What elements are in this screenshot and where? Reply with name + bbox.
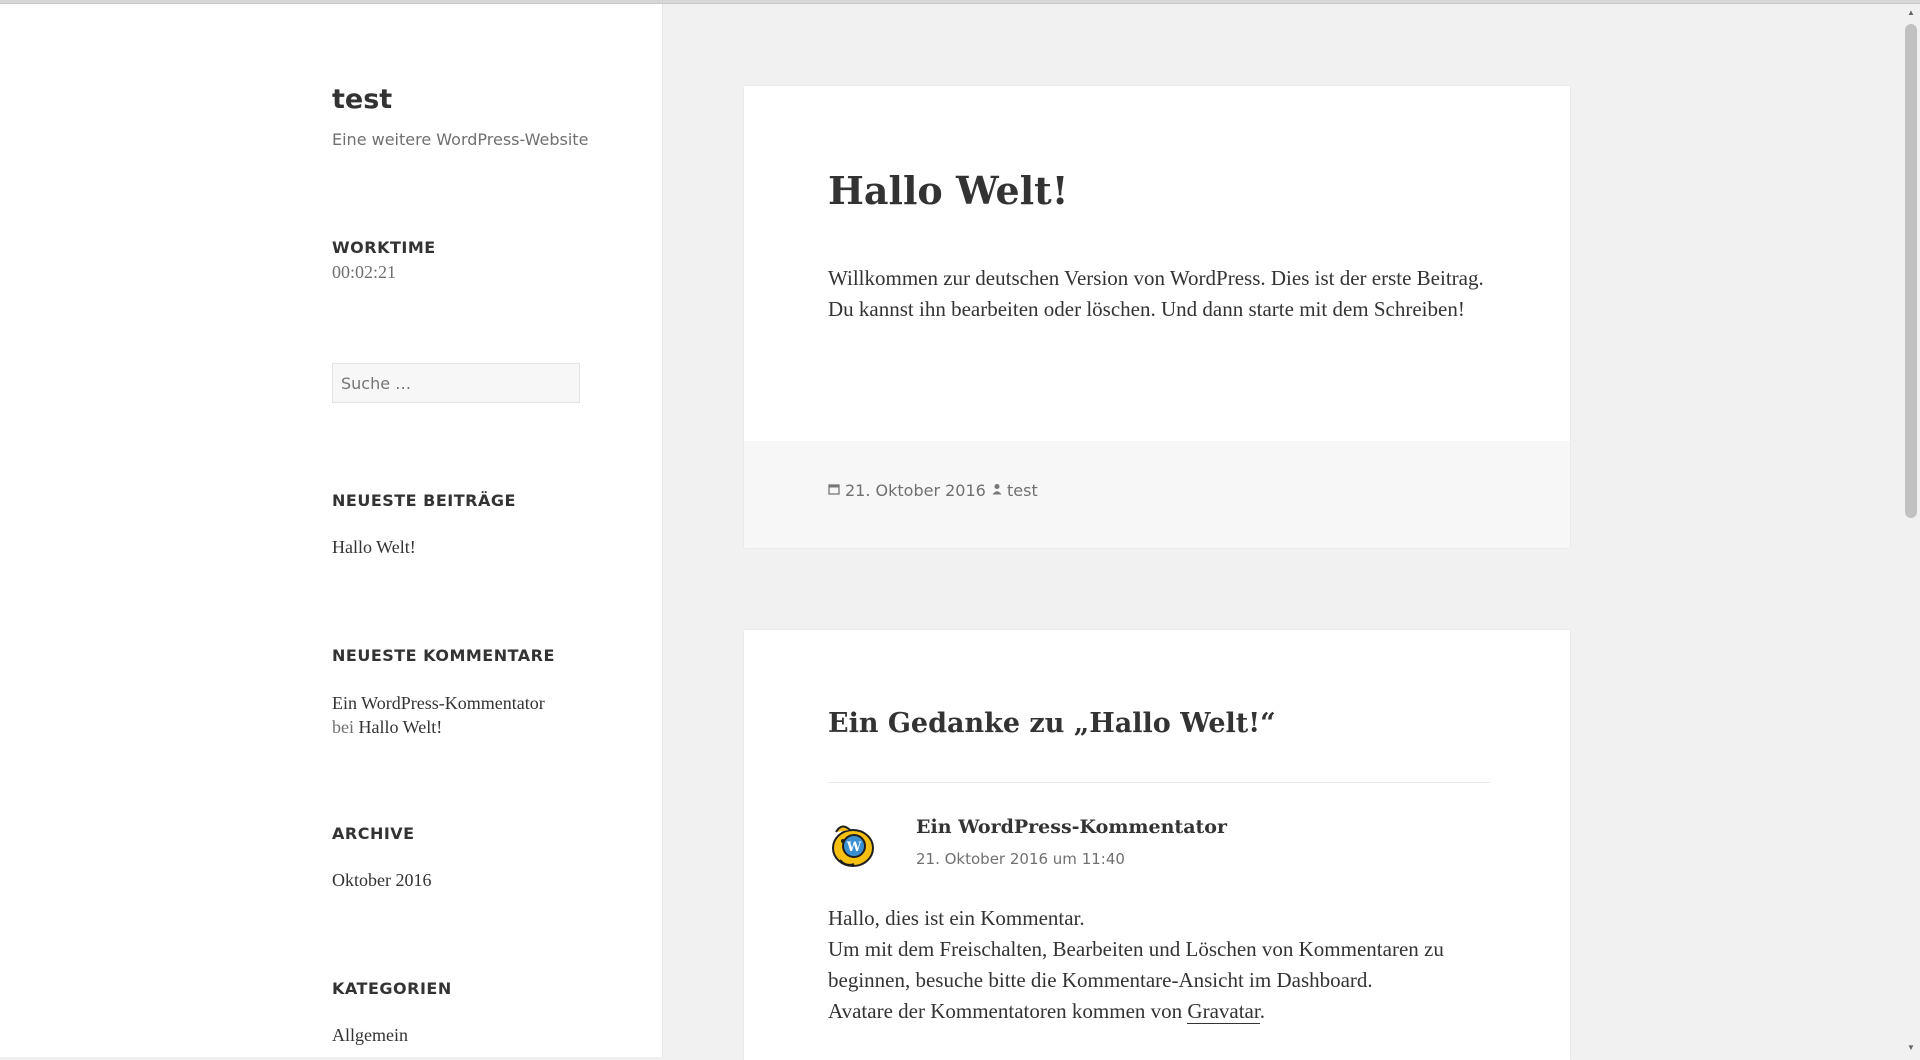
user-icon [992, 483, 1002, 498]
post-card: Hallo Welt! Willkommen zur deutschen Ver… [744, 86, 1570, 548]
vertical-scrollbar[interactable]: ▲ ▼ [1902, 4, 1920, 1057]
site-description: Eine weitere WordPress-Website [332, 130, 589, 149]
category-link[interactable]: Allgemein [332, 1025, 408, 1046]
comment-line-3: Avatare der Kommentatoren kommen von Gra… [828, 996, 1508, 1027]
post-title[interactable]: Hallo Welt! [828, 168, 1068, 213]
comment-author[interactable]: Ein WordPress-Kommentator [916, 816, 1227, 838]
post-author-link[interactable]: test [1007, 481, 1038, 500]
recent-comment-connector: bei [332, 717, 354, 737]
scrollbar-thumb[interactable] [1905, 24, 1917, 518]
archive-link[interactable]: Oktober 2016 [332, 870, 431, 891]
post-content: Willkommen zur deutschen Version von Wor… [828, 266, 1484, 321]
recent-comment-post-link[interactable]: Hallo Welt! [359, 717, 443, 737]
comment-line-2: Um mit dem Freischalten, Bearbeiten und … [828, 937, 1444, 992]
widget-title-worktime: WORKTIME [332, 238, 436, 257]
calendar-icon [828, 483, 840, 498]
comment-content: Hallo, dies ist ein Kommentar. Um mit de… [828, 903, 1508, 1027]
commenter-avatar: W [828, 820, 878, 870]
comment-line-3-end: . [1259, 999, 1265, 1023]
comments-card: Ein Gedanke zu „Hallo Welt!“ W Ein WordP… [744, 630, 1570, 1060]
search-input[interactable] [332, 363, 580, 403]
comment-date[interactable]: 21. Oktober 2016 um 11:40 [916, 850, 1125, 868]
widget-title-recent-posts: NEUESTE BEITRÄGE [332, 491, 516, 510]
widget-title-archive: ARCHIVE [332, 824, 415, 843]
site-title[interactable]: test [332, 84, 392, 115]
comment-line-1: Hallo, dies ist ein Kommentar. [828, 906, 1085, 930]
triangle-up[interactable]: ▲ [1902, 6, 1920, 20]
comments-title: Ein Gedanke zu „Hallo Welt!“ [828, 708, 1276, 739]
recent-comment-entry: bei Hallo Welt! [332, 717, 442, 738]
post-author: test [992, 481, 1038, 500]
comment-line-3-text: Avatare der Kommentatoren kommen von [828, 999, 1183, 1023]
recent-post-link[interactable]: Hallo Welt! [332, 537, 416, 558]
post-date: 21. Oktober 2016 [828, 481, 986, 500]
widget-title-recent-comments: NEUESTE KOMMENTARE [332, 646, 555, 665]
triangle-down[interactable]: ▼ [1902, 1041, 1920, 1055]
post-date-link[interactable]: 21. Oktober 2016 [845, 481, 986, 500]
recent-comment-author-link[interactable]: Ein WordPress-Kommentator [332, 693, 545, 714]
sidebar: test Eine weitere WordPress-Website WORK… [0, 4, 663, 1057]
svg-text:W: W [846, 840, 862, 855]
comments-divider [828, 782, 1490, 783]
gravatar-link[interactable]: Gravatar [1187, 999, 1260, 1024]
post-footer: 21. Oktober 2016 test [744, 441, 1570, 548]
worktime-value: 00:02:21 [332, 262, 397, 282]
widget-title-categories: KATEGORIEN [332, 979, 452, 998]
